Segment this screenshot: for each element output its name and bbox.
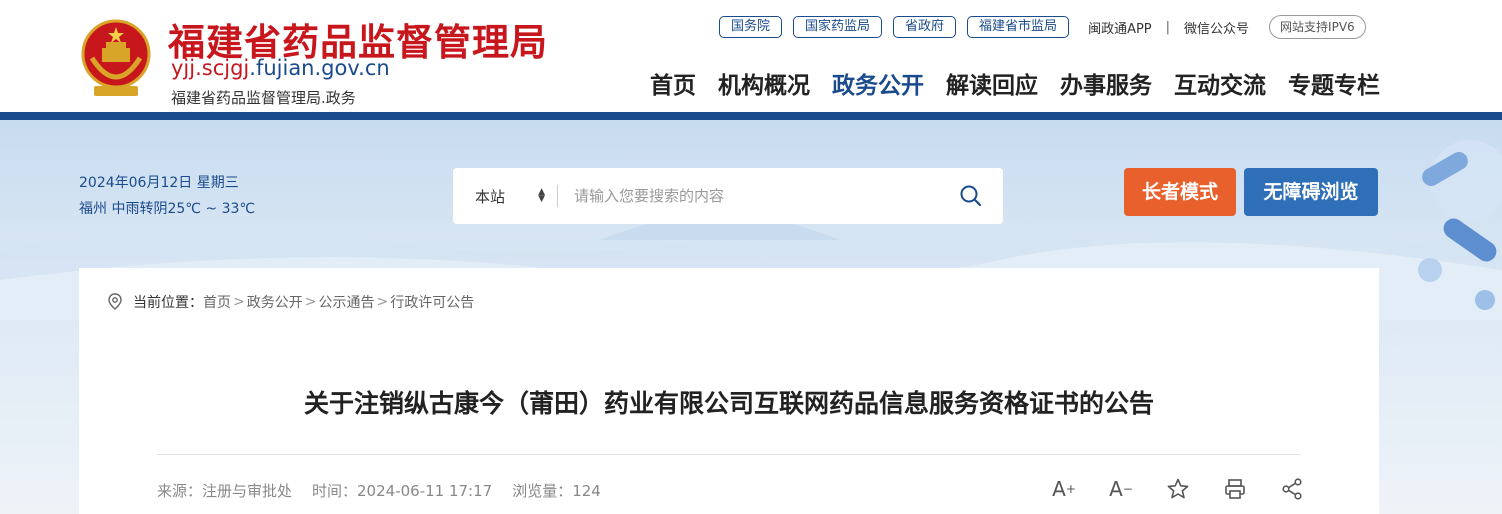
site-domain-prefix: yjj.scjgj <box>171 56 250 80</box>
breadcrumb-sep: > <box>304 294 317 310</box>
share-icon[interactable] <box>1279 476 1305 502</box>
article-views: 浏览量：124 <box>512 482 601 500</box>
breadcrumb-label: 当前位置： <box>133 295 203 311</box>
site-domain-suffix: .fujian.gov.cn <box>249 56 390 80</box>
elder-mode-button[interactable]: 长者模式 <box>1124 168 1236 216</box>
breadcrumb-home[interactable]: 首页 <box>203 292 231 312</box>
breadcrumb-sep: > <box>233 294 245 310</box>
search-bar: 本站 ▲ ▼ <box>453 168 1003 224</box>
search-icon[interactable] <box>959 184 983 208</box>
article-title: 关于注销纵古康今（莆田）药业有限公司互联网药品信息服务资格证书的公告 <box>303 389 1154 418</box>
breadcrumb-sep: > <box>376 294 389 310</box>
link-wechat[interactable]: 微信公众号 <box>1184 18 1249 37</box>
weather: 福州 中雨转阴25℃ ~ 33℃ <box>79 201 256 217</box>
accessible-browse-button[interactable]: 无障碍浏览 <box>1244 168 1378 216</box>
link-mzt-app[interactable]: 闽政通APP <box>1088 18 1152 37</box>
breadcrumb-notices[interactable]: 公示通告 <box>318 292 374 312</box>
article-time: 时间：2024-06-11 17:17 <box>312 482 493 500</box>
article-card: 当前位置： 首页 > 政务公开 > 公示通告 > 行政许可公告 关于注销纵古康今… <box>79 268 1379 514</box>
breadcrumb-gov-affairs[interactable]: 政务公开 <box>247 292 303 312</box>
breadcrumb-license-notices[interactable]: 行政许可公告 <box>390 292 474 312</box>
star-icon[interactable] <box>1165 476 1191 502</box>
national-emblem-icon[interactable] <box>80 18 152 100</box>
site-header: 福建省药品监督管理局 yjj.scjgj.fujian.gov.cn 福建省药品… <box>0 0 1502 120</box>
font-decrease-icon[interactable]: A − <box>1108 476 1134 502</box>
header-divider <box>0 112 1502 120</box>
article-source: 来源：注册与审批处 <box>157 482 293 500</box>
link-state-council[interactable]: 国务院 <box>719 16 783 38</box>
nav-home[interactable]: 首页 <box>650 66 696 100</box>
nav-about[interactable]: 机构概况 <box>718 66 810 100</box>
search-input[interactable] <box>574 187 934 205</box>
ipv6-badge: 网站支持IPV6 <box>1269 15 1366 39</box>
article-tools: A + A − <box>1051 476 1305 502</box>
title-divider <box>157 454 1301 455</box>
capsule-decoration <box>1418 140 1502 310</box>
article-meta: 来源：注册与审批处 时间：2024-06-11 17:17 浏览量：124 <box>157 480 621 501</box>
site-domain: yjj.scjgj.fujian.gov.cn <box>171 56 390 80</box>
nav-topics[interactable]: 专题专栏 <box>1288 66 1380 100</box>
link-fujian-amr[interactable]: 福建省市监局 <box>967 16 1070 38</box>
updown-arrows-icon: ▲ ▼ <box>538 187 545 204</box>
breadcrumb: 当前位置： 首页 > 政务公开 > 公示通告 > 行政许可公告 <box>107 292 474 312</box>
nav-interaction[interactable]: 互动交流 <box>1174 66 1266 100</box>
location-pin-icon <box>108 293 122 310</box>
link-nmpa[interactable]: 国家药监局 <box>793 16 883 38</box>
font-increase-icon[interactable]: A + <box>1051 476 1077 502</box>
link-province-gov[interactable]: 省政府 <box>893 16 957 38</box>
site-subtitle: 福建省药品监督管理局.政务 <box>171 89 356 107</box>
nav-services[interactable]: 办事服务 <box>1060 66 1152 100</box>
print-icon[interactable] <box>1222 476 1248 502</box>
main-nav: 首页 机构概况 政务公开 解读回应 办事服务 互动交流 专题专栏 <box>628 66 1380 120</box>
search-scope-label: 本站 <box>475 187 506 206</box>
nav-gov-affairs[interactable]: 政务公开 <box>832 66 924 120</box>
search-divider <box>557 185 558 207</box>
top-links: 国务院 国家药监局 省政府 福建省市监局 闽政通APP | 微信公众号 网站支持… <box>719 15 1366 39</box>
nav-interpretation[interactable]: 解读回应 <box>946 66 1038 100</box>
current-date: 2024年06月12日 星期三 <box>79 175 239 191</box>
search-scope-select[interactable]: 本站 ▲ ▼ <box>475 186 545 207</box>
link-separator: | <box>1165 19 1171 35</box>
